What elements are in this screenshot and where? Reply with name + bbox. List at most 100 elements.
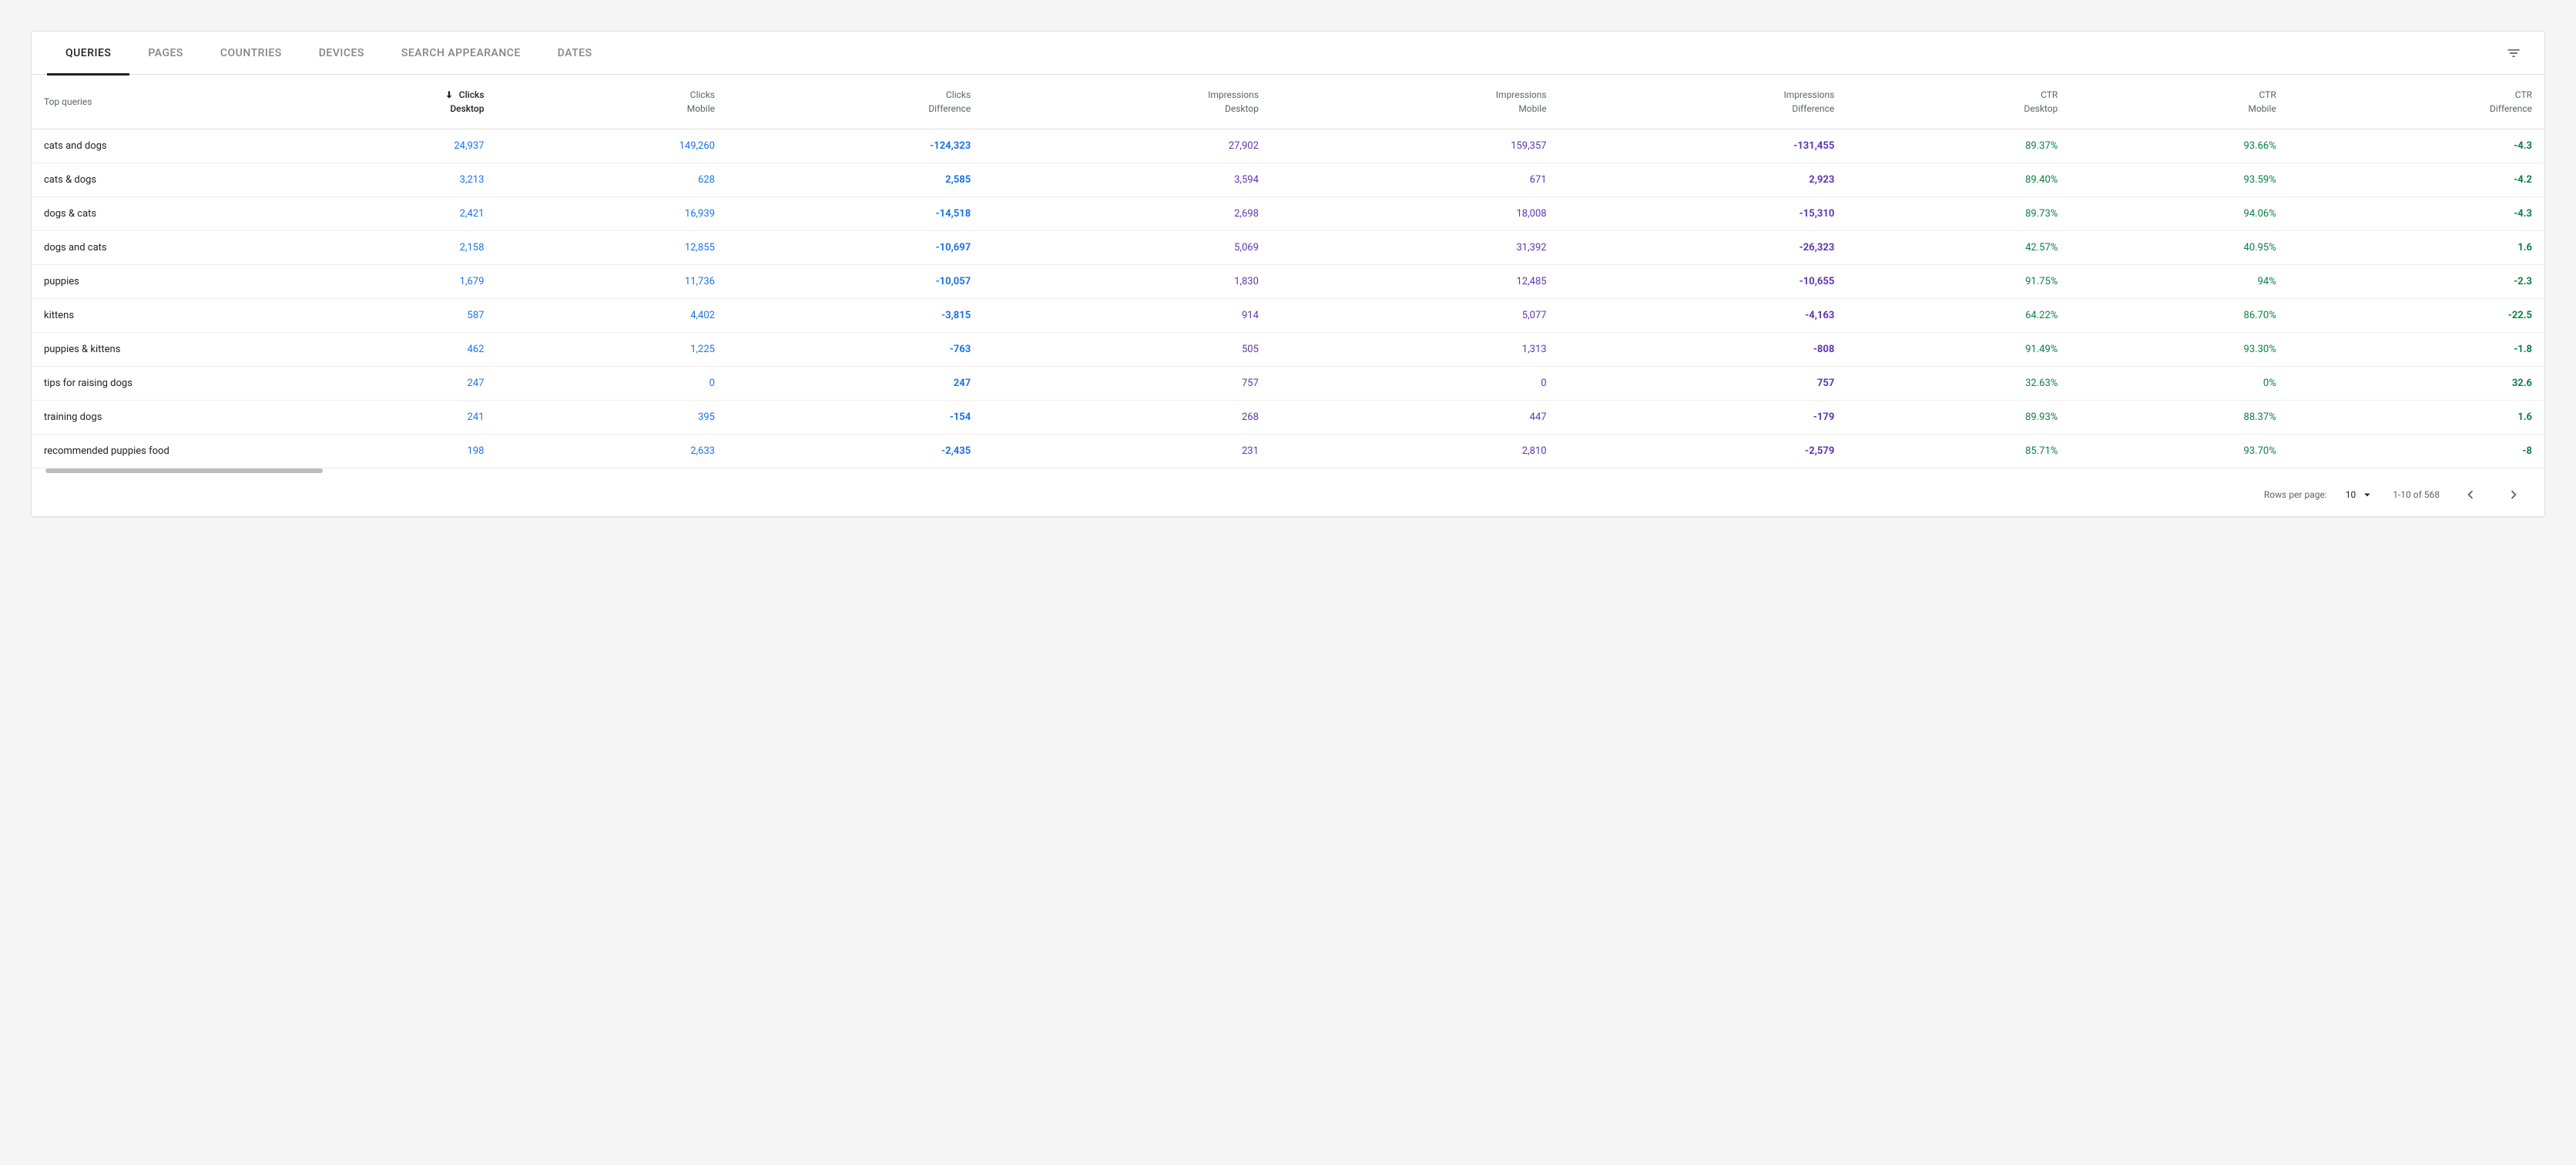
rows-per-page-select[interactable]: 10 — [2346, 488, 2375, 502]
filter-button[interactable] — [2498, 38, 2529, 69]
dimension-tabs: QUERIES PAGES COUNTRIES DEVICES SEARCH A… — [32, 32, 2544, 75]
cell-ctr-desktop: 89.40% — [1846, 163, 2070, 196]
cell-impr-mobile: 5,077 — [1271, 298, 1559, 332]
cell-clicks-desktop: 241 — [247, 400, 496, 434]
table-row[interactable]: kittens5874,402-3,8159145,077-4,16364.22… — [32, 298, 2544, 332]
cell-clicks-mobile: 149,260 — [496, 129, 727, 163]
cell-ctr-desktop: 64.22% — [1846, 298, 2070, 332]
cell-clicks-mobile: 11,736 — [496, 264, 727, 298]
cell-impr-diff: 2,923 — [1559, 163, 1847, 196]
cell-impr-diff: -808 — [1559, 332, 1847, 366]
table-row[interactable]: cats and dogs24,937149,260-124,32327,902… — [32, 129, 2544, 163]
cell-impr-desktop: 505 — [983, 332, 1271, 366]
col-header-query[interactable]: Top queries — [32, 75, 247, 129]
col-header-impr-diff[interactable]: ImpressionsDifference — [1559, 75, 1847, 129]
cell-query: training dogs — [32, 400, 247, 434]
table-row[interactable]: cats & dogs3,2136282,5853,5946712,92389.… — [32, 163, 2544, 196]
cell-ctr-mobile: 93.30% — [2070, 332, 2288, 366]
cell-impr-desktop: 1,830 — [983, 264, 1271, 298]
cell-impr-mobile: 2,810 — [1271, 434, 1559, 468]
cell-ctr-diff: -4.3 — [2289, 196, 2544, 230]
cell-clicks-diff: -124,323 — [727, 129, 983, 163]
cell-ctr-mobile: 94.06% — [2070, 196, 2288, 230]
cell-ctr-mobile: 94% — [2070, 264, 2288, 298]
next-page-button[interactable] — [2501, 482, 2526, 507]
cell-query: tips for raising dogs — [32, 366, 247, 400]
cell-impr-desktop: 3,594 — [983, 163, 1271, 196]
cell-impr-diff: -4,163 — [1559, 298, 1847, 332]
prev-page-button[interactable] — [2458, 482, 2483, 507]
cell-ctr-diff: -4.2 — [2289, 163, 2544, 196]
cell-ctr-mobile: 93.66% — [2070, 129, 2288, 163]
cell-impr-mobile: 1,313 — [1271, 332, 1559, 366]
tab-dates[interactable]: DATES — [539, 32, 611, 75]
cell-impr-diff: -2,579 — [1559, 434, 1847, 468]
cell-query: kittens — [32, 298, 247, 332]
cell-ctr-diff: -2.3 — [2289, 264, 2544, 298]
cell-clicks-desktop: 462 — [247, 332, 496, 366]
cell-ctr-mobile: 93.59% — [2070, 163, 2288, 196]
cell-clicks-desktop: 24,937 — [247, 129, 496, 163]
cell-clicks-mobile: 628 — [496, 163, 727, 196]
table-pagination: Rows per page: 10 1-10 of 568 — [32, 473, 2544, 516]
cell-query: dogs and cats — [32, 230, 247, 264]
table-row[interactable]: dogs and cats2,15812,855-10,6975,06931,3… — [32, 230, 2544, 264]
cell-clicks-desktop: 2,421 — [247, 196, 496, 230]
table-row[interactable]: dogs & cats2,42116,939-14,5182,69818,008… — [32, 196, 2544, 230]
tab-devices[interactable]: DEVICES — [300, 32, 383, 75]
cell-ctr-desktop: 89.73% — [1846, 196, 2070, 230]
col-header-ctr-mobile[interactable]: CTRMobile — [2070, 75, 2288, 129]
col-header-clicks-mobile[interactable]: ClicksMobile — [496, 75, 727, 129]
cell-ctr-desktop: 89.37% — [1846, 129, 2070, 163]
cell-impr-mobile: 0 — [1271, 366, 1559, 400]
table-row[interactable]: puppies1,67911,736-10,0571,83012,485-10,… — [32, 264, 2544, 298]
cell-clicks-mobile: 12,855 — [496, 230, 727, 264]
cell-ctr-desktop: 85.71% — [1846, 434, 2070, 468]
cell-impr-diff: -26,323 — [1559, 230, 1847, 264]
cell-clicks-diff: -14,518 — [727, 196, 983, 230]
cell-query: cats & dogs — [32, 163, 247, 196]
cell-impr-diff: -179 — [1559, 400, 1847, 434]
cell-clicks-mobile: 1,225 — [496, 332, 727, 366]
tab-queries[interactable]: QUERIES — [47, 32, 129, 75]
cell-clicks-desktop: 198 — [247, 434, 496, 468]
cell-clicks-mobile: 395 — [496, 400, 727, 434]
cell-clicks-mobile: 16,939 — [496, 196, 727, 230]
tab-pages[interactable]: PAGES — [129, 32, 202, 75]
horizontal-scrollbar[interactable] — [32, 468, 2544, 473]
table-row[interactable]: tips for raising dogs2470247757075732.63… — [32, 366, 2544, 400]
cell-ctr-diff: -8 — [2289, 434, 2544, 468]
col-header-ctr-diff[interactable]: CTRDifference — [2289, 75, 2544, 129]
table-row[interactable]: puppies & kittens4621,225-7635051,313-80… — [32, 332, 2544, 366]
cell-ctr-diff: 32.6 — [2289, 366, 2544, 400]
cell-clicks-diff: -154 — [727, 400, 983, 434]
cell-impr-desktop: 914 — [983, 298, 1271, 332]
cell-impr-mobile: 31,392 — [1271, 230, 1559, 264]
tab-search-appearance[interactable]: SEARCH APPEARANCE — [383, 32, 539, 75]
cell-impr-diff: -10,655 — [1559, 264, 1847, 298]
col-header-clicks-diff[interactable]: ClicksDifference — [727, 75, 983, 129]
cell-ctr-mobile: 93.70% — [2070, 434, 2288, 468]
cell-impr-mobile: 12,485 — [1271, 264, 1559, 298]
cell-ctr-desktop: 89.93% — [1846, 400, 2070, 434]
cell-ctr-mobile: 40.95% — [2070, 230, 2288, 264]
cell-clicks-diff: -10,697 — [727, 230, 983, 264]
cell-clicks-mobile: 0 — [496, 366, 727, 400]
cell-impr-mobile: 159,357 — [1271, 129, 1559, 163]
col-header-impr-mobile[interactable]: ImpressionsMobile — [1271, 75, 1559, 129]
table-row[interactable]: recommended puppies food1982,633-2,43523… — [32, 434, 2544, 468]
cell-query: recommended puppies food — [32, 434, 247, 468]
cell-impr-mobile: 18,008 — [1271, 196, 1559, 230]
cell-clicks-desktop: 2,158 — [247, 230, 496, 264]
cell-ctr-desktop: 91.75% — [1846, 264, 2070, 298]
cell-ctr-diff: -4.3 — [2289, 129, 2544, 163]
tab-countries[interactable]: COUNTRIES — [202, 32, 300, 75]
cell-ctr-desktop: 32.63% — [1846, 366, 2070, 400]
table-scroll[interactable]: Top queries Clicks Desktop — [32, 75, 2544, 468]
filter-icon — [2506, 45, 2521, 61]
col-header-ctr-desktop[interactable]: CTRDesktop — [1846, 75, 2070, 129]
col-header-impr-desktop[interactable]: ImpressionsDesktop — [983, 75, 1271, 129]
col-header-clicks-desktop[interactable]: Clicks Desktop — [247, 75, 496, 129]
table-row[interactable]: training dogs241395-154268447-17989.93%8… — [32, 400, 2544, 434]
cell-impr-diff: -15,310 — [1559, 196, 1847, 230]
